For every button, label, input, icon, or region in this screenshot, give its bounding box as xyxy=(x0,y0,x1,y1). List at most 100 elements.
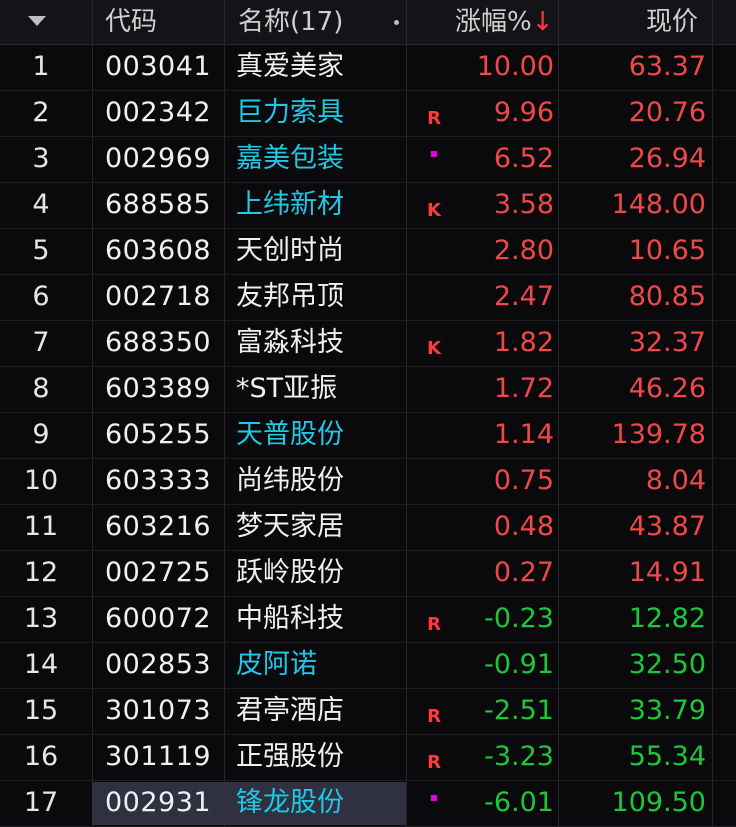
row-index: 14 xyxy=(23,649,59,680)
row-index: 16 xyxy=(23,741,59,772)
current-price: 63.37 xyxy=(628,51,706,82)
stock-name: 嘉美包装 xyxy=(236,143,344,174)
header-code[interactable]: 代码 xyxy=(105,0,157,44)
table-row[interactable]: 12 002725 跃岭股份 0.27 14.91 xyxy=(0,550,736,597)
stock-name: 天普股份 xyxy=(236,419,344,450)
table-row[interactable]: 5 603608 天创时尚 2.80 10.65 xyxy=(0,228,736,275)
current-price: 26.94 xyxy=(628,143,706,174)
change-percent: 1.82 xyxy=(493,327,554,358)
stock-code: 002969 xyxy=(105,143,212,174)
current-price: 139.78 xyxy=(611,419,706,450)
stock-name: 中船科技 xyxy=(236,603,344,634)
stock-code: 603333 xyxy=(105,465,212,496)
current-price: 32.50 xyxy=(628,649,706,680)
current-price: 46.26 xyxy=(628,373,706,404)
stock-name: 正强股份 xyxy=(236,741,344,772)
stock-code: 002931 xyxy=(105,787,212,818)
stock-list-grid: 代码 名称(17) 涨幅%↓ 现价 1 003041 真爱美家 10.00 63.37 2… xyxy=(0,0,736,827)
table-row[interactable]: 17 002931 锋龙股份 ▪ -6.01 109.50 xyxy=(0,780,736,827)
header-price[interactable]: 现价 xyxy=(646,0,698,44)
stock-name: 真爱美家 xyxy=(236,51,344,82)
row-index: 5 xyxy=(32,235,50,266)
dropdown-triangle-icon[interactable] xyxy=(28,16,46,26)
table-row[interactable]: 6 002718 友邦吊顶 2.47 80.85 xyxy=(0,274,736,321)
change-percent: 1.14 xyxy=(493,419,554,450)
stock-name: 锋龙股份 xyxy=(236,787,344,818)
table-row[interactable]: 10 603333 尚纬股份 0.75 8.04 xyxy=(0,458,736,505)
row-index: 8 xyxy=(32,373,50,404)
table-row[interactable]: 11 603216 梦天家居 0.48 43.87 xyxy=(0,504,736,551)
change-percent: 10.00 xyxy=(476,51,554,82)
change-percent: -6.01 xyxy=(484,787,554,818)
stock-code: 603608 xyxy=(105,235,212,266)
stock-code: 301119 xyxy=(105,741,212,772)
stock-code: 002853 xyxy=(105,649,212,680)
row-index: 7 xyxy=(32,327,50,358)
change-percent: 9.96 xyxy=(493,97,554,128)
stock-name: 富淼科技 xyxy=(236,327,344,358)
row-index: 11 xyxy=(23,511,59,542)
stock-name: *ST亚振 xyxy=(236,373,338,404)
current-price: 33.79 xyxy=(628,695,706,726)
table-row[interactable]: 7 688350 富淼科技 K 1.82 32.37 xyxy=(0,320,736,367)
stock-code: 301073 xyxy=(105,695,212,726)
table-row[interactable]: 4 688585 上纬新材 K 3.58 148.00 xyxy=(0,182,736,229)
stock-code: 600072 xyxy=(105,603,212,634)
stock-name: 巨力索具 xyxy=(236,97,344,128)
stock-name: 友邦吊顶 xyxy=(236,281,344,312)
change-percent: -2.51 xyxy=(484,695,554,726)
table-row[interactable]: 8 603389 *ST亚振 1.72 46.26 xyxy=(0,366,736,413)
row-index: 4 xyxy=(32,189,50,220)
stock-name: 跃岭股份 xyxy=(236,557,344,588)
stock-code: 605255 xyxy=(105,419,212,450)
header-dot-icon xyxy=(394,20,399,25)
stock-code: 688350 xyxy=(105,327,212,358)
current-price: 80.85 xyxy=(628,281,706,312)
row-index: 3 xyxy=(32,143,50,174)
change-percent: 3.58 xyxy=(493,189,554,220)
table-row[interactable]: 14 002853 皮阿诺 -0.91 32.50 xyxy=(0,642,736,689)
table-row[interactable]: 16 301119 正强股份 R -3.23 55.34 xyxy=(0,734,736,781)
stock-name: 梦天家居 xyxy=(236,511,344,542)
stock-name: 天创时尚 xyxy=(236,235,344,266)
table-row[interactable]: 3 002969 嘉美包装 ▪ 6.52 26.94 xyxy=(0,136,736,183)
sort-desc-arrow-icon: ↓ xyxy=(531,7,554,37)
column-header-bar: 代码 名称(17) 涨幅%↓ 现价 xyxy=(0,0,736,45)
stock-name: 君亭酒店 xyxy=(236,695,344,726)
table-row[interactable]: 1 003041 真爱美家 10.00 63.37 xyxy=(0,44,736,91)
row-index: 17 xyxy=(23,787,59,818)
stock-name: 尚纬股份 xyxy=(236,465,344,496)
header-pct[interactable]: 涨幅%↓ xyxy=(455,0,554,44)
current-price: 109.50 xyxy=(611,787,706,818)
header-name[interactable]: 名称(17) xyxy=(238,0,343,44)
table-row[interactable]: 9 605255 天普股份 1.14 139.78 xyxy=(0,412,736,459)
table-row[interactable]: 2 002342 巨力索具 R 9.96 20.76 xyxy=(0,90,736,137)
row-index: 6 xyxy=(32,281,50,312)
stock-code: 003041 xyxy=(105,51,212,82)
row-index: 9 xyxy=(32,419,50,450)
header-pct-label: 涨幅% xyxy=(455,7,532,37)
current-price: 8.04 xyxy=(645,465,706,496)
current-price: 12.82 xyxy=(628,603,706,634)
row-index: 1 xyxy=(32,51,50,82)
current-price: 55.34 xyxy=(628,741,706,772)
table-row[interactable]: 13 600072 中船科技 R -0.23 12.82 xyxy=(0,596,736,643)
current-price: 148.00 xyxy=(611,189,706,220)
stock-name: 上纬新材 xyxy=(236,189,344,220)
stock-code: 688585 xyxy=(105,189,212,220)
current-price: 43.87 xyxy=(628,511,706,542)
change-percent: 0.27 xyxy=(493,557,554,588)
change-percent: 0.48 xyxy=(493,511,554,542)
stock-code: 002342 xyxy=(105,97,212,128)
change-percent: 6.52 xyxy=(493,143,554,174)
row-index: 2 xyxy=(32,97,50,128)
current-price: 10.65 xyxy=(628,235,706,266)
change-percent: -0.91 xyxy=(484,649,554,680)
row-index: 15 xyxy=(23,695,59,726)
current-price: 14.91 xyxy=(628,557,706,588)
change-percent: -3.23 xyxy=(484,741,554,772)
stock-name: 皮阿诺 xyxy=(236,649,317,680)
stock-code: 002718 xyxy=(105,281,212,312)
change-percent: 1.72 xyxy=(493,373,554,404)
table-row[interactable]: 15 301073 君亭酒店 R -2.51 33.79 xyxy=(0,688,736,735)
